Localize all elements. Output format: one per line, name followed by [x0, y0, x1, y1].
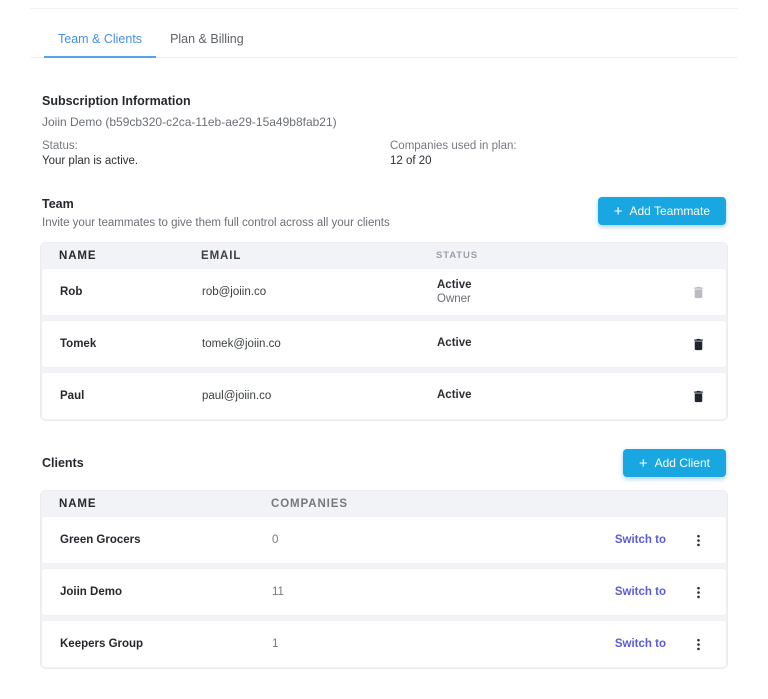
kebab-menu-icon: [697, 586, 700, 598]
companies-value: 12 of 20: [390, 155, 432, 167]
client-name: Green Grocers: [60, 534, 141, 546]
teammate-name: Tomek: [60, 338, 97, 350]
team-col-status: STATUS: [436, 250, 478, 261]
tab-plan-billing[interactable]: Plan & Billing: [156, 23, 258, 57]
teammate-email: paul@joiin.co: [202, 390, 272, 402]
client-name: Keepers Group: [60, 638, 144, 650]
team-table-header: NAME EMAIL STATUS: [41, 243, 727, 268]
trash-icon: [694, 338, 703, 350]
switch-to-link[interactable]: Switch to: [588, 586, 666, 598]
add-teammate-label: Add Teammate: [629, 204, 711, 218]
client-actions: [666, 530, 708, 551]
subscription-title: Subscription Information: [42, 94, 191, 108]
trash-icon: [694, 390, 703, 402]
client-table-row: Green Grocers 0 Switch to: [41, 516, 727, 564]
teammate-status: Active: [437, 337, 668, 351]
client-table-row: Keepers Group 1 Switch to: [41, 620, 727, 668]
subscription-section: Subscription Information Joiin Demo (b59…: [30, 94, 738, 167]
team-table: NAME EMAIL STATUS Rob rob@joiin.co Activ…: [40, 242, 728, 421]
trash-icon: [694, 286, 703, 298]
teammate-name: Rob: [60, 286, 83, 298]
add-teammate-button[interactable]: + Add Teammate: [597, 197, 726, 225]
plus-icon: +: [638, 454, 648, 472]
client-name: Joiin Demo: [60, 586, 122, 598]
add-client-button[interactable]: + Add Client: [622, 449, 726, 477]
clients-col-companies: COMPANIES: [271, 497, 348, 510]
companies-label: Companies used in plan:: [390, 140, 517, 152]
switch-to-link[interactable]: Switch to: [588, 534, 666, 546]
client-companies-count: 11: [272, 586, 284, 598]
add-client-label: Add Client: [654, 456, 710, 470]
teammate-status-value: Active: [437, 389, 472, 401]
team-table-row: Paul paul@joiin.co Active: [41, 372, 727, 420]
kebab-menu-icon: [697, 534, 700, 546]
teammate-name: Paul: [60, 390, 85, 402]
teammate-email: tomek@joiin.co: [202, 338, 281, 350]
clients-table-body: Green Grocers 0 Switch to Joiin Demo 11 …: [41, 516, 727, 668]
plus-icon: +: [613, 202, 623, 220]
settings-page: Team & Clients Plan & Billing Subscripti…: [0, 8, 768, 669]
teammate-actions: [668, 386, 708, 407]
team-title: Team: [42, 197, 74, 211]
teammate-status-value: Active: [437, 337, 472, 349]
team-table-row: Rob rob@joiin.co Active Owner: [41, 268, 727, 316]
kebab-menu-icon: [697, 638, 700, 650]
clients-col-name: NAME: [59, 497, 97, 510]
delete-teammate-button[interactable]: [689, 386, 708, 407]
teammate-email: rob@joiin.co: [202, 286, 267, 298]
status-label: Status:: [42, 140, 78, 152]
clients-title: Clients: [42, 456, 84, 470]
client-companies-count: 1: [272, 638, 279, 650]
clients-section-header: Clients + Add Client: [30, 449, 738, 477]
tab-bar: Team & Clients Plan & Billing: [30, 9, 738, 58]
teammate-actions: [668, 282, 708, 303]
delete-teammate-button[interactable]: [689, 282, 708, 303]
teammate-status: Active Owner: [437, 279, 668, 305]
subscription-account-id: Joiin Demo (b59cb320-c2ca-11eb-ae29-15a4…: [42, 115, 337, 129]
client-actions: [666, 634, 708, 655]
client-menu-button[interactable]: [689, 582, 708, 603]
subscription-meta-row: Status: Your plan is active. Companies u…: [42, 140, 726, 167]
team-subtitle: Invite your teammates to give them full …: [42, 217, 390, 229]
teammate-role: Owner: [437, 293, 471, 305]
team-section-header: Team Invite your teammates to give them …: [30, 197, 738, 229]
clients-table-header: NAME COMPANIES: [41, 491, 727, 516]
status-value: Your plan is active.: [42, 155, 139, 167]
team-col-name: NAME: [59, 249, 97, 262]
delete-teammate-button[interactable]: [689, 334, 708, 355]
teammate-status: Active: [437, 389, 668, 403]
status-block: Status: Your plan is active.: [42, 140, 390, 167]
client-menu-button[interactable]: [689, 530, 708, 551]
teammate-actions: [668, 334, 708, 355]
team-table-row: Tomek tomek@joiin.co Active: [41, 320, 727, 368]
client-menu-button[interactable]: [689, 634, 708, 655]
team-col-email: EMAIL: [201, 249, 242, 262]
client-companies-count: 0: [272, 534, 279, 546]
team-heading-block: Team Invite your teammates to give them …: [42, 197, 390, 229]
switch-to-link[interactable]: Switch to: [588, 638, 666, 650]
tab-team-clients[interactable]: Team & Clients: [44, 23, 157, 58]
client-table-row: Joiin Demo 11 Switch to: [41, 568, 727, 616]
clients-table: NAME COMPANIES Green Grocers 0 Switch to…: [40, 490, 728, 669]
teammate-status-value: Active: [437, 279, 472, 291]
client-actions: [666, 582, 708, 603]
companies-block: Companies used in plan: 12 of 20: [390, 140, 517, 167]
team-table-body: Rob rob@joiin.co Active Owner Tomek tome…: [41, 268, 727, 420]
